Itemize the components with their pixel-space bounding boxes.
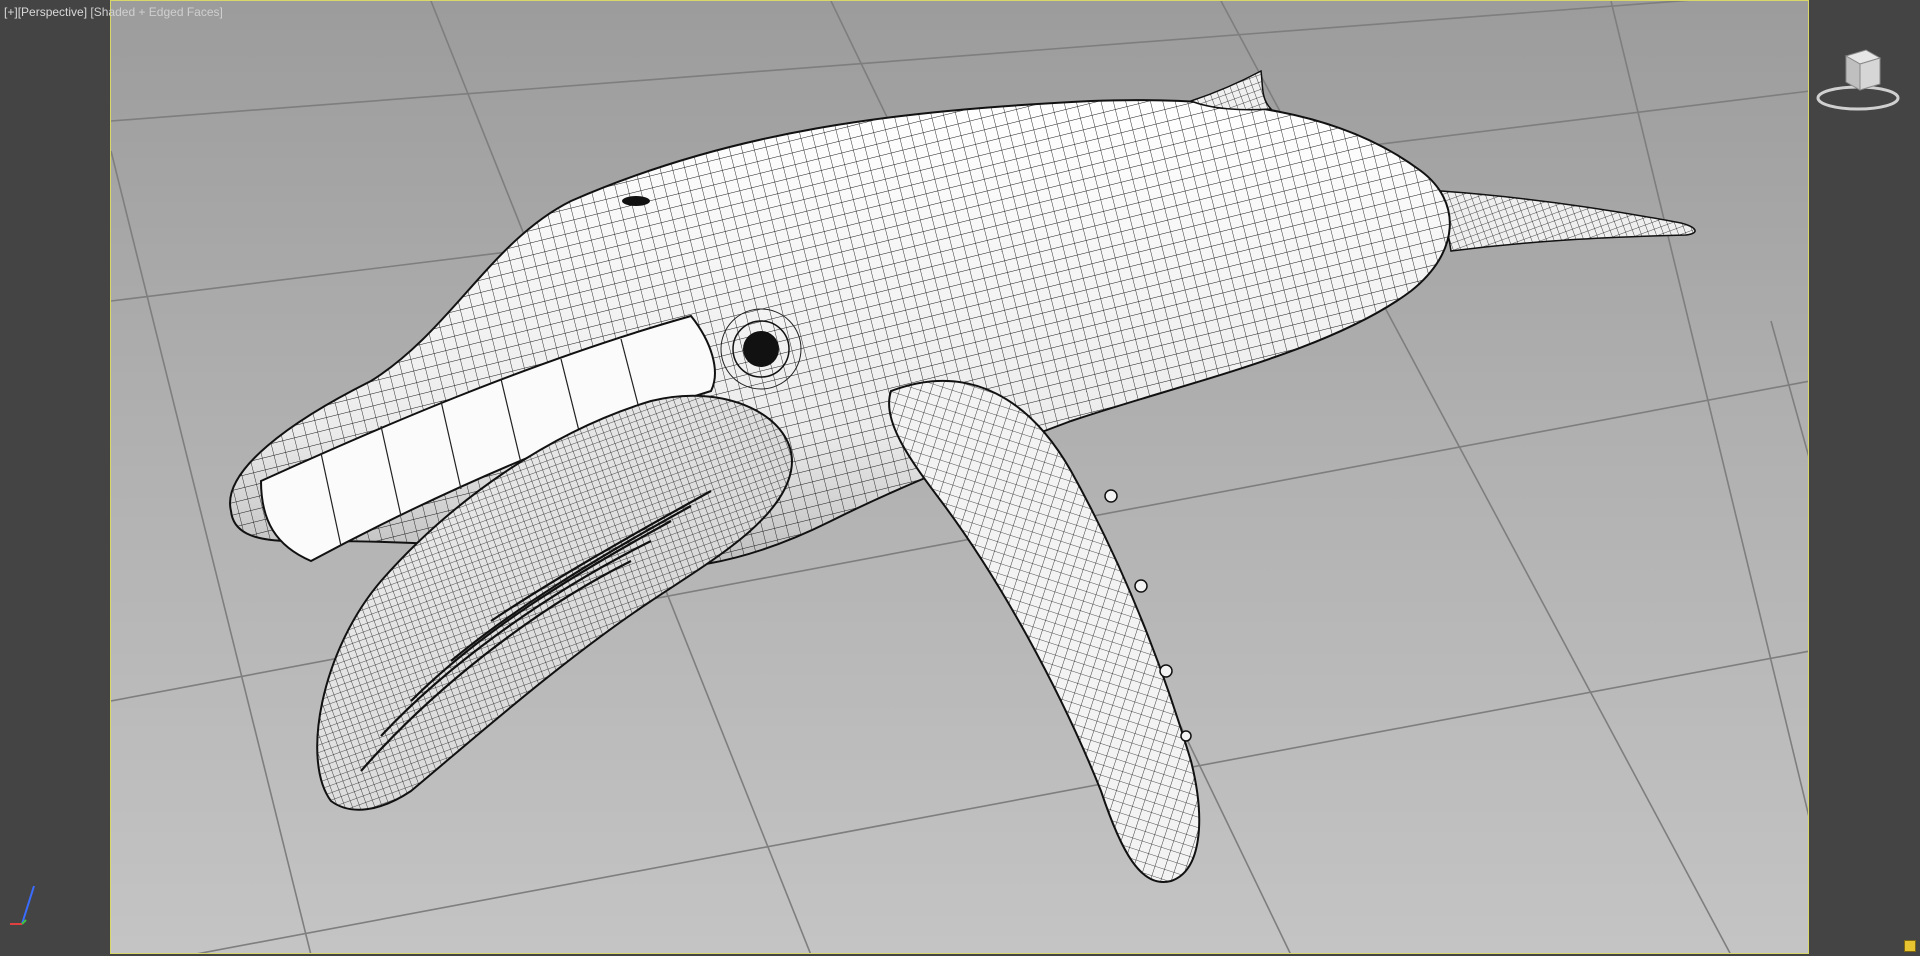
right-panel [1811,0,1920,956]
max-app-window: [+][Perspective] [Shaded + Edged Faces] [0,0,1920,956]
viewport-badge-icon[interactable] [1904,940,1916,952]
viewcube-icon[interactable] [1810,40,1906,120]
whale-pectoral-fin [888,380,1201,884]
axis-tripod-icon [10,885,35,925]
left-panel [0,0,110,956]
perspective-viewport[interactable] [110,0,1809,954]
whale-tail [1440,190,1696,252]
viewport-view-menu[interactable]: [Perspective] [18,5,87,19]
whale-blowhole [622,196,650,206]
viewport-scene[interactable] [111,1,1809,954]
whale-dorsal-fin [1188,69,1273,111]
viewport-label-bar: [+][Perspective] [Shaded + Edged Faces] [4,5,223,19]
whale-eye [720,308,802,390]
viewport-shading-menu[interactable]: [Shaded + Edged Faces] [90,5,222,19]
viewport-menu-plus[interactable]: [+] [4,5,18,19]
